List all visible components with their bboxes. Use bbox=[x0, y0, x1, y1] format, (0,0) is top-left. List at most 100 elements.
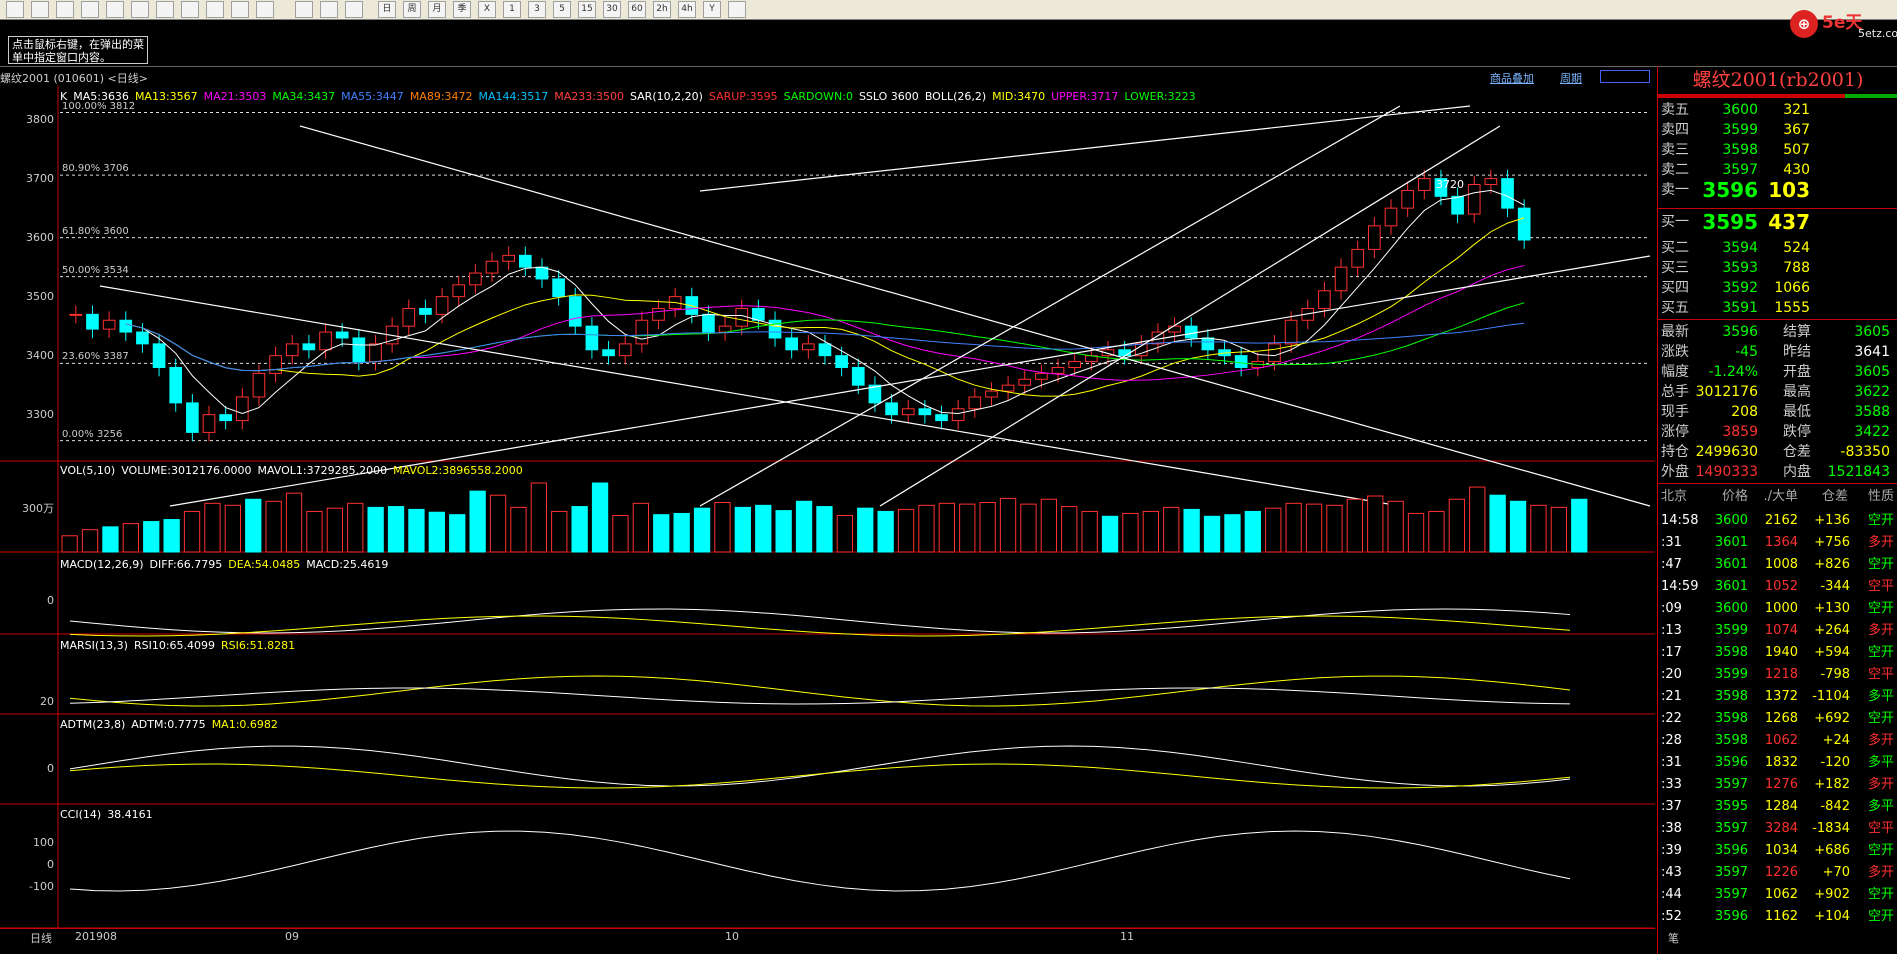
toolbar-button-tick[interactable] bbox=[345, 1, 363, 18]
stat-label: 外盘 bbox=[1661, 464, 1689, 480]
bid-ask-ratio-bar bbox=[1658, 94, 1897, 98]
candle bbox=[1417, 178, 1431, 191]
volume-bar bbox=[326, 507, 344, 553]
toolbar-button-filter[interactable] bbox=[231, 1, 249, 18]
cci_indicators-value: CCI(14) bbox=[60, 808, 102, 821]
tick-row: 14:59 3601 1052 -344 空平 bbox=[1658, 576, 1897, 598]
view-switch-icon[interactable] bbox=[1600, 70, 1650, 83]
tick-oi-change: +594 bbox=[1814, 645, 1850, 660]
ask-label: 卖五 bbox=[1661, 102, 1689, 118]
tick-volume: 1218 bbox=[1764, 667, 1798, 682]
toolbar-button-月[interactable]: 月 bbox=[428, 1, 446, 18]
toolbar-button-60[interactable]: 60 bbox=[628, 1, 646, 18]
volume-bar bbox=[1428, 510, 1445, 553]
candle bbox=[302, 343, 316, 351]
toolbar-button-日[interactable]: 日 bbox=[378, 1, 396, 18]
tick-nature: 空开 bbox=[1867, 887, 1894, 902]
tick-price: 3597 bbox=[1714, 865, 1748, 880]
ask-vol: 507 bbox=[1783, 142, 1810, 158]
bid-vol: 788 bbox=[1783, 260, 1810, 276]
ticks-header: 北京 价格 ./大单 仓差 性质 bbox=[1658, 486, 1897, 508]
kline_indicators-value: LOWER:3223 bbox=[1124, 90, 1196, 103]
toolbar-button-1[interactable]: 1 bbox=[503, 1, 521, 18]
tick-time: :21 bbox=[1661, 689, 1682, 704]
toolbar-button-folder[interactable] bbox=[31, 1, 49, 18]
period-link[interactable]: 周期 bbox=[1560, 70, 1582, 86]
toolbar-button-5[interactable]: 5 bbox=[553, 1, 571, 18]
ask-row: 卖一 3596 103 bbox=[1658, 180, 1897, 200]
volume-bar bbox=[245, 498, 262, 553]
stat-value: 3012176 bbox=[1695, 384, 1758, 400]
ticks-header-cell: 仓差 bbox=[1821, 489, 1848, 504]
toolbar-button-季[interactable]: 季 bbox=[453, 1, 471, 18]
stat-value: 1521843 bbox=[1827, 464, 1890, 480]
tick-row: :20 3599 1218 -798 空平 bbox=[1658, 664, 1897, 686]
toolbar-button-list[interactable] bbox=[56, 1, 74, 18]
tick-volume: 1268 bbox=[1764, 711, 1798, 726]
toolbar-button-new[interactable] bbox=[256, 1, 274, 18]
toolbar-button-tool[interactable] bbox=[206, 1, 224, 18]
toolbar-button-周[interactable]: 周 bbox=[403, 1, 421, 18]
volume-bar bbox=[449, 514, 466, 553]
candle bbox=[469, 272, 482, 286]
tick-price: 3597 bbox=[1714, 887, 1748, 902]
stat-label: 跌停 bbox=[1783, 424, 1811, 440]
candle bbox=[652, 307, 665, 321]
adtm_indicators-value: ADTM(23,8) bbox=[60, 718, 126, 731]
tick-row: :38 3597 3284 -1834 空平 bbox=[1658, 818, 1897, 840]
bid-row: 买三 3593 788 bbox=[1658, 258, 1897, 278]
toolbar-button-table[interactable] bbox=[295, 1, 313, 18]
candle bbox=[369, 343, 382, 363]
volume-bar bbox=[510, 506, 527, 553]
tick-volume: 1276 bbox=[1764, 777, 1798, 792]
volume-bar bbox=[1244, 510, 1261, 553]
candle bbox=[1118, 349, 1131, 357]
overlay-link[interactable]: 商品叠加 bbox=[1490, 70, 1534, 86]
cci-indicator-bar: CCI(14) 38.4161 bbox=[60, 808, 159, 821]
candle bbox=[202, 414, 216, 433]
toolbar-button-Y[interactable]: Y bbox=[703, 1, 721, 18]
toolbar-button-30[interactable]: 30 bbox=[603, 1, 621, 18]
volume-bar bbox=[959, 503, 976, 553]
toolbar-button-X[interactable]: X bbox=[478, 1, 496, 18]
quote-title: 螺纹2001(rb2001) bbox=[1692, 69, 1864, 91]
stat-value: 3605 bbox=[1854, 324, 1890, 340]
toolbar-button-15[interactable]: 15 bbox=[578, 1, 596, 18]
toolbar-button-3[interactable]: 3 bbox=[528, 1, 546, 18]
volume-bar bbox=[918, 504, 935, 553]
tick-row: :39 3596 1034 +686 空开 bbox=[1658, 840, 1897, 862]
peak-label: 3720 bbox=[1436, 178, 1464, 191]
kline_indicators-value: MA21:3503 bbox=[203, 90, 267, 103]
ask-row: 卖三 3598 507 bbox=[1658, 140, 1897, 160]
candle bbox=[1284, 319, 1298, 345]
toolbar-button-window[interactable] bbox=[156, 1, 174, 18]
tick-oi-change: -842 bbox=[1820, 799, 1850, 814]
tick-nature: 多开 bbox=[1867, 535, 1894, 550]
kline_indicators-value: SAR(10,2,20) bbox=[629, 90, 703, 103]
chart-canvas[interactable] bbox=[0, 86, 1655, 928]
stat-label: 总手 bbox=[1661, 384, 1689, 400]
tick-nature: 空开 bbox=[1867, 909, 1894, 924]
oscillator-line bbox=[69, 687, 1571, 705]
stat-label: 仓差 bbox=[1783, 444, 1811, 460]
volume-bar bbox=[408, 508, 425, 553]
bid-label: 买一 bbox=[1661, 214, 1689, 230]
toolbar-button-4h[interactable]: 4h bbox=[678, 1, 696, 18]
toolbar-button-zoom-in[interactable] bbox=[106, 1, 124, 18]
stat-value: 3859 bbox=[1722, 424, 1758, 440]
stat-value: 1490333 bbox=[1695, 464, 1758, 480]
volume-bar bbox=[591, 482, 609, 553]
toolbar-button-home[interactable] bbox=[6, 1, 24, 18]
toolbar-button-2h[interactable]: 2h bbox=[653, 1, 671, 18]
toolbar-button-calc[interactable] bbox=[728, 1, 746, 18]
toolbar-button-zoom-out[interactable] bbox=[131, 1, 149, 18]
tick-row: :43 3597 1226 +70 多开 bbox=[1658, 862, 1897, 884]
candle bbox=[885, 402, 898, 416]
toolbar-button-line[interactable] bbox=[320, 1, 338, 18]
volume-bar bbox=[673, 512, 690, 553]
tick-volume: 1364 bbox=[1764, 535, 1798, 550]
toolbar-button-refresh[interactable] bbox=[81, 1, 99, 18]
toolbar-button-pencil[interactable] bbox=[181, 1, 199, 18]
chart-area[interactable]: K MA5:3636 MA13:3567 MA21:3503 MA34:3437 MA55… bbox=[0, 86, 1655, 942]
bid-label: 买二 bbox=[1661, 240, 1689, 256]
